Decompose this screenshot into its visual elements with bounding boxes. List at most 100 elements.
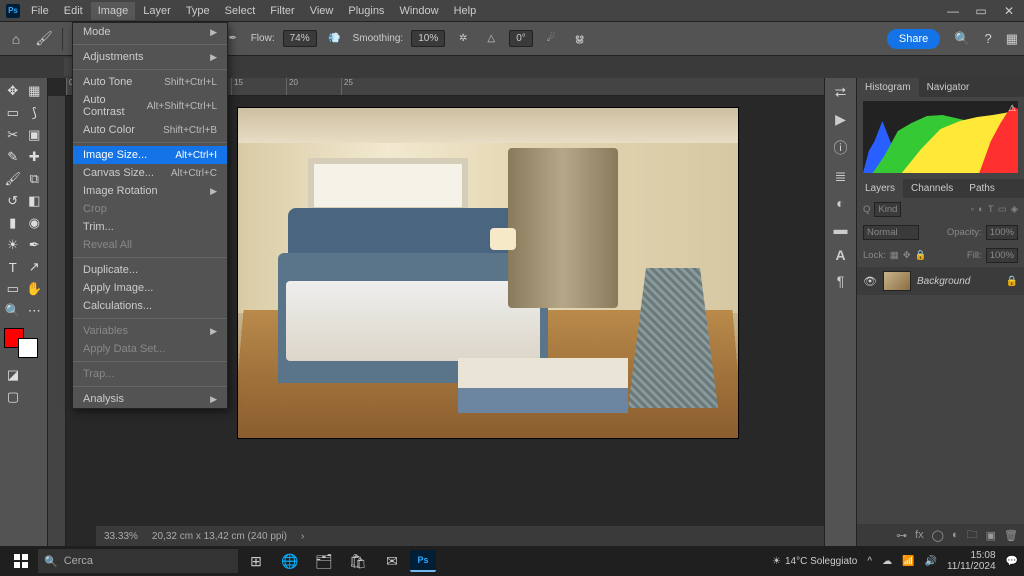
edge-icon[interactable]: 🌐 <box>274 548 306 574</box>
airbrush-icon[interactable]: 💨 <box>325 29 345 49</box>
frame-tool-icon[interactable]: ▣ <box>24 124 46 146</box>
fill-value[interactable]: 100% <box>986 248 1018 263</box>
menu-layer[interactable]: Layer <box>136 2 178 20</box>
delete-layer-icon[interactable]: 🗑 <box>1004 529 1018 542</box>
pen-tool-icon[interactable]: ✒ <box>24 234 46 256</box>
zoom-level[interactable]: 33.33% <box>104 531 138 542</box>
filter-pixel-icon[interactable]: ▫ <box>971 204 974 215</box>
menu-file[interactable]: File <box>24 2 56 20</box>
paragraph-panel-icon[interactable]: ¶ <box>837 273 845 289</box>
play-panel-icon[interactable]: ▶ <box>835 111 846 128</box>
menu-image[interactable]: Image <box>91 2 136 20</box>
document-info[interactable]: 20,32 cm x 13,42 cm (240 ppi) <box>152 531 287 542</box>
eraser-tool-icon[interactable]: ◧ <box>24 190 46 212</box>
help-icon[interactable]: ? <box>984 31 991 46</box>
tab-paths[interactable]: Paths <box>961 179 1003 198</box>
tab-layers[interactable]: Layers <box>857 179 903 198</box>
color-swatch[interactable] <box>4 328 44 358</box>
clock[interactable]: 15:0811/11/2024 <box>947 550 996 572</box>
symmetry-icon[interactable]: ☄ <box>541 29 561 49</box>
smoothing-options-icon[interactable]: ✲ <box>453 29 473 49</box>
lock-position-icon[interactable]: ✥ <box>903 250 911 261</box>
stamp-tool-icon[interactable]: ⧉ <box>24 168 46 190</box>
menu-filter[interactable]: Filter <box>263 2 301 20</box>
visibility-icon[interactable]: 👁 <box>863 275 877 288</box>
filter-type-icon[interactable]: T <box>988 204 994 215</box>
butterfly-icon[interactable]: ൠ <box>569 29 589 49</box>
fx-icon[interactable]: fx <box>915 529 924 541</box>
link-layers-icon[interactable]: ⊶ <box>896 529 907 542</box>
properties-panel-icon[interactable]: ≣ <box>835 168 847 185</box>
character-panel-icon[interactable]: A <box>835 247 845 263</box>
explorer-icon[interactable]: 🗂 <box>308 548 340 574</box>
menu-item-canvas-size[interactable]: Canvas Size...Alt+Ctrl+C <box>73 164 227 182</box>
volume-icon[interactable]: 🔊 <box>925 556 937 567</box>
layer-row[interactable]: 👁 Background 🔒 <box>857 267 1024 295</box>
mask-icon[interactable]: ◯ <box>932 529 944 542</box>
filter-adjust-icon[interactable]: ◐ <box>978 204 984 215</box>
menu-item-adjustments[interactable]: Adjustments▶ <box>73 48 227 66</box>
hand-tool-icon[interactable]: ✋ <box>24 278 46 300</box>
adjustment-layer-icon[interactable]: ◐ <box>952 529 959 541</box>
taskbar-search[interactable]: 🔍 Cerca <box>38 549 238 573</box>
menu-item-trim[interactable]: Trim... <box>73 218 227 236</box>
mail-icon[interactable]: ✉ <box>376 548 408 574</box>
menu-item-auto-color[interactable]: Auto ColorShift+Ctrl+B <box>73 121 227 139</box>
info-panel-icon[interactable]: ⓘ <box>834 138 848 158</box>
filter-kind-select[interactable]: Kind <box>874 202 901 217</box>
dodge-tool-icon[interactable]: ☀ <box>2 234 24 256</box>
onedrive-icon[interactable]: ☁ <box>882 556 892 567</box>
menu-item-duplicate[interactable]: Duplicate... <box>73 261 227 279</box>
screenmode-icon[interactable]: ▢ <box>2 386 24 408</box>
share-button[interactable]: Share <box>887 29 940 49</box>
tab-channels[interactable]: Channels <box>903 179 961 198</box>
menu-select[interactable]: Select <box>218 2 263 20</box>
history-brush-icon[interactable]: ↺ <box>2 190 24 212</box>
layer-thumbnail[interactable] <box>883 271 911 291</box>
menu-item-analysis[interactable]: Analysis▶ <box>73 390 227 408</box>
shape-tool-icon[interactable]: ▭ <box>2 278 24 300</box>
eyedropper-tool-icon[interactable]: ✎ <box>2 146 24 168</box>
group-icon[interactable]: 🗀 <box>967 526 978 545</box>
menu-plugins[interactable]: Plugins <box>341 2 391 20</box>
menu-item-calculations[interactable]: Calculations... <box>73 297 227 315</box>
brush-tool-icon[interactable]: 🖌 <box>34 29 54 49</box>
workspace-icon[interactable]: ▦ <box>1006 31 1018 47</box>
maximize-button[interactable]: ▭ <box>972 4 990 18</box>
edit-toolbar-icon[interactable]: ⋯ <box>24 300 46 322</box>
gradient-tool-icon[interactable]: ▮ <box>2 212 24 234</box>
zoom-tool-icon[interactable]: 🔍 <box>2 300 24 322</box>
notifications-icon[interactable]: 💬 <box>1006 556 1018 567</box>
layer-opacity-value[interactable]: 100% <box>986 225 1018 240</box>
healing-tool-icon[interactable]: ✚ <box>24 146 46 168</box>
smoothing-value[interactable]: 10% <box>411 30 445 47</box>
brush-tool-icon[interactable]: 🖌 <box>2 168 24 190</box>
flow-value[interactable]: 74% <box>283 30 317 47</box>
type-tool-icon[interactable]: T <box>2 256 24 278</box>
lasso-tool-icon[interactable]: ⟆ <box>24 102 46 124</box>
history-panel-icon[interactable]: ⮂ <box>835 84 846 101</box>
weather-widget[interactable]: ☀14°C Soleggiato <box>772 556 857 567</box>
minimize-button[interactable]: — <box>944 4 962 18</box>
home-icon[interactable]: ⌂ <box>6 29 26 49</box>
marquee-tool-icon[interactable]: ▭ <box>2 102 24 124</box>
menu-item-image-rotation[interactable]: Image Rotation▶ <box>73 182 227 200</box>
angle-value[interactable]: 0° <box>509 30 533 47</box>
menu-window[interactable]: Window <box>392 2 445 20</box>
start-button[interactable] <box>6 548 36 574</box>
background-swatch[interactable] <box>18 338 38 358</box>
menu-view[interactable]: View <box>303 2 341 20</box>
filter-shape-icon[interactable]: ▭ <box>998 204 1007 215</box>
lock-all-icon[interactable]: 🔒 <box>915 250 927 261</box>
close-button[interactable]: ✕ <box>1000 4 1018 18</box>
menu-item-apply-image[interactable]: Apply Image... <box>73 279 227 297</box>
lock-pixels-icon[interactable]: ▦ <box>890 250 899 261</box>
wifi-icon[interactable]: 📶 <box>902 556 914 567</box>
store-icon[interactable]: 🛍 <box>342 548 374 574</box>
crop-tool-icon[interactable]: ✂ <box>2 124 24 146</box>
tray-chevron-icon[interactable]: ^ <box>867 556 872 567</box>
menu-item-mode[interactable]: Mode▶ <box>73 23 227 41</box>
photoshop-task-icon[interactable]: Ps <box>410 550 436 572</box>
libraries-panel-icon[interactable]: ▬ <box>834 221 848 237</box>
task-view-icon[interactable]: ⊞ <box>240 548 272 574</box>
